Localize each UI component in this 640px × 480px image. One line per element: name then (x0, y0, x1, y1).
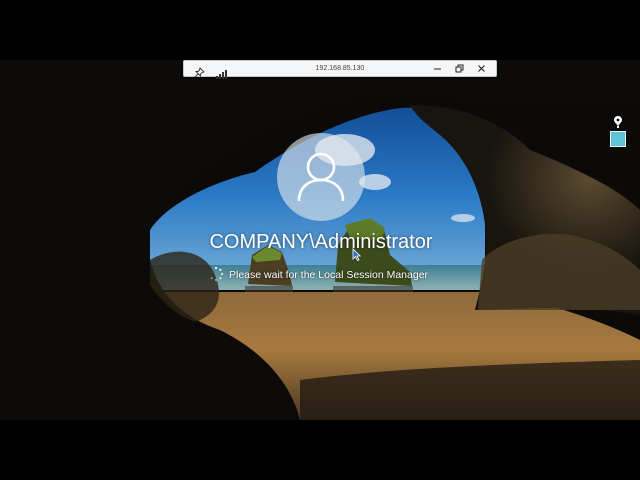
close-button[interactable] (476, 63, 487, 74)
status-text: Please wait for the Local Session Manage… (229, 269, 429, 281)
username-label: COMPANY\Administrator (209, 231, 433, 253)
restore-button[interactable] (454, 63, 465, 74)
minimize-icon (434, 68, 441, 70)
loading-spinner-icon (210, 266, 224, 282)
user-icon (297, 152, 345, 202)
restore-icon (455, 64, 464, 73)
mouse-cursor-icon (352, 248, 361, 261)
minimize-button[interactable] (432, 63, 443, 74)
pen-icon[interactable] (612, 114, 624, 128)
remote-connection-bar: 192.168.85.130 (183, 60, 497, 79)
close-icon (478, 65, 485, 72)
user-avatar (277, 133, 365, 221)
image-thumbnail-icon[interactable] (610, 131, 626, 147)
remote-host-address: 192.168.85.130 (315, 65, 365, 72)
